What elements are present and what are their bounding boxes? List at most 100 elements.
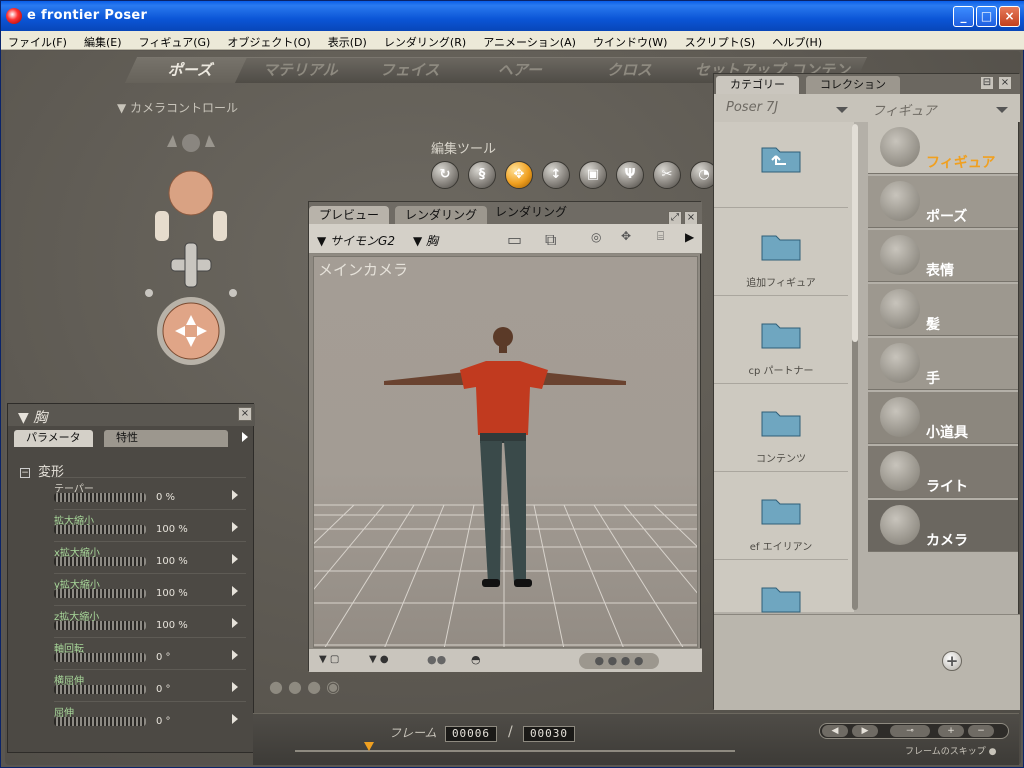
param-menu-icon[interactable]	[232, 522, 238, 532]
param-dial[interactable]	[54, 717, 146, 726]
library-category-select[interactable]: フィギュア	[872, 100, 936, 119]
param-row[interactable]: 横屈伸 0 °	[54, 669, 246, 701]
category-hair[interactable]: 髪	[868, 284, 1018, 336]
param-row[interactable]: テーパー 0 %	[54, 477, 246, 509]
param-row[interactable]: y拡大縮小 100 %	[54, 573, 246, 605]
tab-parameters[interactable]: パラメータ	[14, 430, 93, 447]
3d-viewport[interactable]: メインカメラ	[313, 256, 698, 648]
param-menu-icon[interactable]	[232, 682, 238, 692]
folder-item[interactable]: 追加フィギュア	[714, 210, 848, 296]
twist-tool-icon[interactable]: §	[468, 161, 496, 189]
param-dial[interactable]	[54, 653, 146, 662]
tab-collection[interactable]: コレクション	[806, 76, 900, 94]
folder-item[interactable]	[714, 562, 848, 613]
scale-tool-icon[interactable]: ▣	[579, 161, 607, 189]
category-figure[interactable]: フィギュア	[868, 122, 1018, 174]
ground-shadow-icon[interactable]: ◓	[471, 653, 481, 666]
param-menu-icon[interactable]	[232, 490, 238, 500]
app-icon[interactable]	[6, 8, 22, 24]
category-expression[interactable]: 表情	[868, 230, 1018, 282]
taper-tool-icon[interactable]: Ψ	[616, 161, 644, 189]
tab-preview[interactable]: プレビュー	[309, 206, 390, 224]
camera-controls-label[interactable]: ▼ カメラコントロール	[117, 99, 238, 116]
translate-tool-icon[interactable]: ✥	[505, 161, 533, 189]
param-menu-icon[interactable]	[232, 554, 238, 564]
param-menu-icon[interactable]	[232, 650, 238, 660]
param-dial[interactable]	[54, 621, 146, 630]
tab-category[interactable]: カテゴリー	[716, 76, 799, 94]
category-hand[interactable]: 手	[868, 338, 1018, 390]
param-menu-icon[interactable]	[232, 586, 238, 596]
folder-item[interactable]: ef エイリアン	[714, 474, 848, 560]
category-pose[interactable]: ポーズ	[868, 176, 1018, 228]
menu-render[interactable]: レンダリング(R)	[377, 34, 471, 52]
tab-render-2[interactable]: レンダリング	[485, 203, 577, 221]
category-camera[interactable]: カメラ	[868, 500, 1018, 552]
param-menu-icon[interactable]	[232, 618, 238, 628]
display-style-icon[interactable]: ◎	[591, 230, 601, 244]
keyframe-key-icon[interactable]: ⊸	[890, 725, 930, 737]
param-row[interactable]: 屈伸 0 °	[54, 701, 246, 733]
step-forward-button[interactable]: ▶	[852, 725, 878, 737]
param-dial[interactable]	[54, 557, 146, 566]
param-dial[interactable]	[54, 493, 146, 502]
figure-color-icon[interactable]: ●●	[427, 653, 446, 666]
close-preview-icon[interactable]: ×	[684, 211, 698, 225]
library-close-icon[interactable]: ×	[998, 76, 1012, 90]
rotate-tool-icon[interactable]: ↻	[431, 161, 459, 189]
remove-keyframe-button[interactable]: −	[968, 725, 994, 737]
camera-controls[interactable]	[131, 131, 251, 371]
menu-window[interactable]: ウインドウ(W)	[586, 34, 672, 52]
camera-select-icon[interactable]: ▭	[507, 230, 522, 249]
menu-help[interactable]: ヘルプ(H)	[765, 34, 827, 52]
more-arrow-icon[interactable]: ▶	[685, 230, 694, 244]
folder-item[interactable]: cp パートナー	[714, 298, 848, 384]
bg-color-icon[interactable]: ▼ ▢	[319, 654, 339, 665]
param-row[interactable]: x拡大縮小 100 %	[54, 541, 246, 573]
expand-icon[interactable]: ⤢	[668, 211, 682, 225]
timeline-track[interactable]	[295, 750, 735, 752]
param-menu-icon[interactable]	[232, 714, 238, 724]
menu-display[interactable]: 表示(D)	[321, 34, 372, 52]
category-props[interactable]: 小道具	[868, 392, 1018, 444]
maximize-button[interactable]: □	[976, 6, 997, 27]
library-expand-icon[interactable]: ⊟	[980, 76, 994, 90]
library-source-select[interactable]: Poser 7J	[726, 100, 778, 115]
collapse-icon[interactable]: −	[20, 468, 30, 478]
memory-dots-icon[interactable]: ● ● ● ◉	[269, 677, 355, 701]
close-button[interactable]: ×	[999, 6, 1020, 27]
param-row[interactable]: z拡大縮小 100 %	[54, 605, 246, 637]
add-to-library-icon[interactable]: +	[942, 651, 962, 671]
skip-frames-toggle[interactable]: フレームのスキップ ●	[905, 744, 996, 757]
tab-properties[interactable]: 特性	[104, 430, 228, 447]
move-camera-icon[interactable]: ✥	[621, 229, 631, 243]
timeline-scrubber[interactable]	[364, 742, 374, 751]
menu-edit[interactable]: 編集(E)	[77, 34, 127, 52]
menu-animation[interactable]: アニメーション(A)	[476, 34, 581, 52]
menu-scripts[interactable]: スクリプト(S)	[678, 34, 761, 52]
param-dial[interactable]	[54, 685, 146, 694]
menu-file[interactable]: ファイル(F)	[1, 34, 72, 52]
figure-select[interactable]: ▼ サイモンG2	[317, 232, 395, 249]
lock-icon[interactable]: ⌸	[657, 229, 664, 244]
view-switcher[interactable]: ● ● ● ●	[579, 653, 659, 669]
param-row[interactable]: 軸回転 0 °	[54, 637, 246, 669]
menu-figure[interactable]: フィギュア(G)	[132, 34, 216, 52]
chain-break-tool-icon[interactable]: ✂	[653, 161, 681, 189]
category-light[interactable]: ライト	[868, 446, 1018, 498]
shadow-color-icon[interactable]: ▼ ●	[369, 654, 389, 665]
params-more-icon[interactable]	[242, 432, 248, 442]
minimize-button[interactable]: _	[953, 6, 974, 27]
translate-in-out-tool-icon[interactable]: ↕	[542, 161, 570, 189]
source-dropdown-icon[interactable]	[836, 107, 848, 113]
category-dropdown-icon[interactable]	[996, 107, 1008, 113]
library-scrollbar[interactable]	[852, 124, 858, 610]
current-frame-field[interactable]: 00006	[445, 726, 497, 742]
folder-up[interactable]	[714, 122, 848, 208]
param-dial[interactable]	[54, 525, 146, 534]
param-dial[interactable]	[54, 589, 146, 598]
layout-icon[interactable]: ⧉	[545, 230, 556, 250]
total-frames-field[interactable]: 00030	[523, 726, 575, 742]
menu-object[interactable]: オブジェクト(O)	[220, 34, 315, 52]
param-row[interactable]: 拡大縮小 100 %	[54, 509, 246, 541]
